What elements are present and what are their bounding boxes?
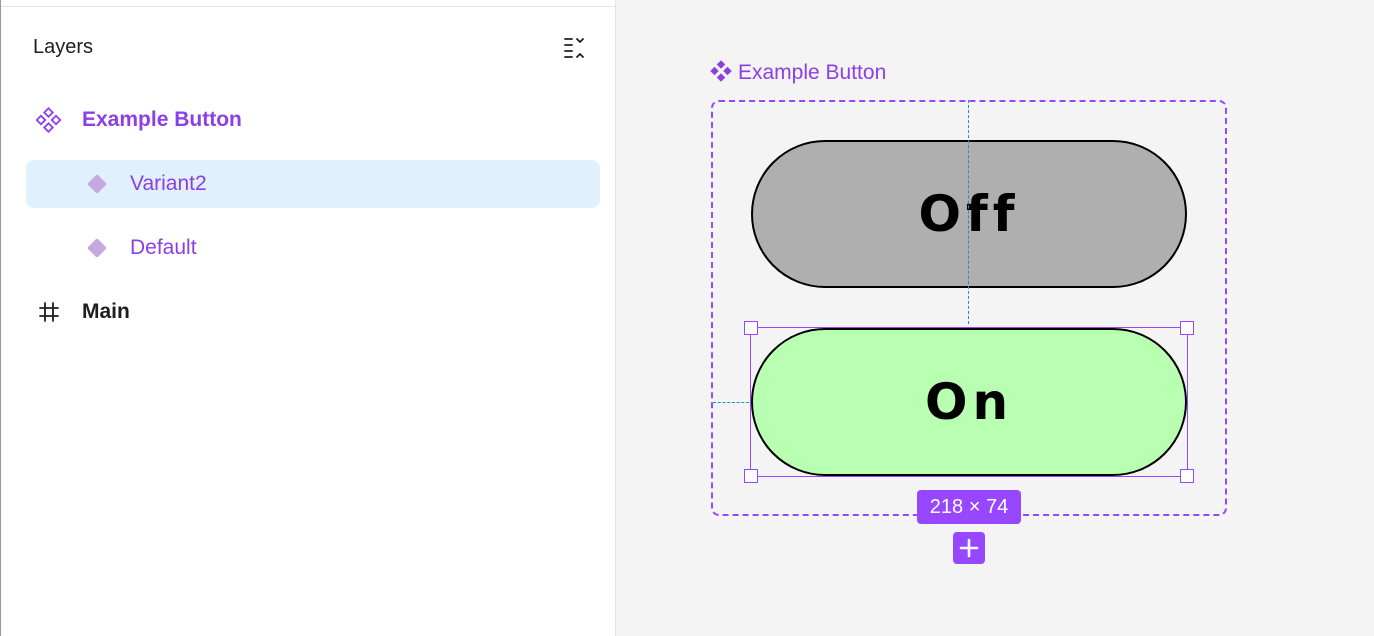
panel-title: Layers <box>33 36 94 58</box>
horizontal-spacing-guide <box>713 402 749 403</box>
component-set-icon <box>36 107 62 133</box>
layer-item-label: Main <box>82 300 130 323</box>
list-sort-icon[interactable] <box>563 36 591 62</box>
size-badge: 218 × 74 <box>917 490 1021 524</box>
variant-diamond-icon <box>87 174 107 194</box>
layer-item-label: Variant2 <box>130 172 207 195</box>
component-set-label[interactable]: Example Button <box>710 60 886 85</box>
design-canvas[interactable]: Example Button Off On 218 × 74 <box>616 0 1374 636</box>
variant-diamond-icon <box>87 238 107 258</box>
layer-item-main[interactable]: Main <box>26 288 600 336</box>
resize-handle-top-left[interactable] <box>744 321 758 335</box>
resize-handle-bottom-left[interactable] <box>744 469 758 483</box>
layer-item-label: Default <box>130 236 197 259</box>
component-set-name: Example Button <box>738 61 887 84</box>
frame-hash-icon <box>39 302 59 322</box>
resize-handle-bottom-right[interactable] <box>1180 469 1194 483</box>
resize-handle-top-right[interactable] <box>1180 321 1194 335</box>
panel-divider <box>1 6 616 7</box>
layer-item-example-button[interactable]: Example Button <box>26 96 600 144</box>
vertical-spacing-guide <box>968 100 969 324</box>
plus-icon <box>959 538 979 558</box>
layer-item-variant2[interactable]: Variant2 <box>26 160 600 208</box>
component-set-icon <box>710 60 732 82</box>
selection-outline[interactable] <box>750 327 1188 477</box>
layer-item-default[interactable]: Default <box>26 224 600 272</box>
add-variant-button[interactable] <box>953 532 985 564</box>
layers-panel: Layers Example Button Variant2 Default M… <box>0 0 616 636</box>
layer-item-label: Example Button <box>82 108 242 131</box>
variant-off-button[interactable]: Off <box>751 140 1187 288</box>
